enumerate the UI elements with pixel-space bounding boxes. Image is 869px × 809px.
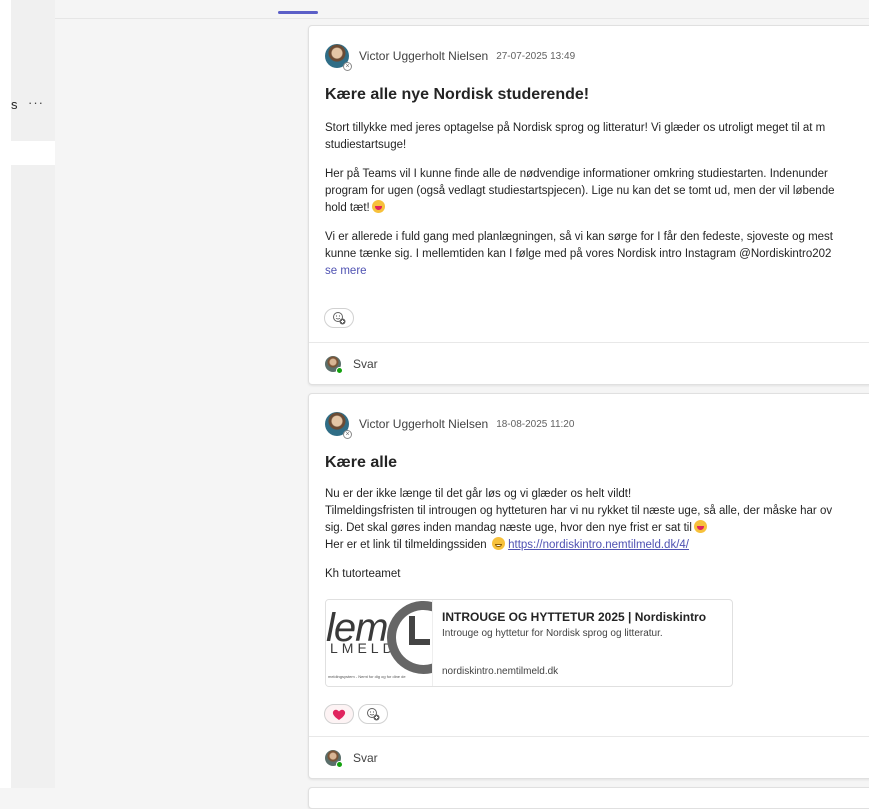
signup-link[interactable]: https://nordiskintro.nemtilmeld.dk/4/ — [508, 539, 689, 551]
presence-unknown-icon: × — [343, 430, 352, 439]
post-header: × Victor Uggerholt Nielsen 18-08-2025 11… — [325, 410, 575, 439]
paragraph: Her på Teams vil I kunne finde alle de n… — [325, 166, 869, 217]
text-line: studiestartsuge! — [325, 139, 407, 151]
link-preview-domain: nordiskintro.nemtilmeld.dk — [442, 666, 559, 677]
text-line: Her på Teams vil I kunne finde alle de n… — [325, 168, 828, 180]
signoff-text: Kh tutorteamet — [325, 568, 401, 580]
see-more-link[interactable]: se mere — [325, 265, 367, 277]
reply-bar[interactable]: Svar — [309, 342, 869, 384]
paragraph: Kh tutorteamet — [325, 566, 869, 583]
post-title: Kære alle — [325, 454, 398, 471]
logo-tagline: meldingsystem - Nemt for dig og for dine… — [328, 674, 406, 679]
post-header: × Victor Uggerholt Nielsen 27-07-2025 13… — [325, 42, 576, 71]
online-status-icon — [336, 366, 343, 374]
post-timestamp: 18-08-2025 11:20 — [496, 418, 575, 430]
paragraph: Vi er allerede i fuld gang med planlægni… — [325, 229, 869, 280]
post-body: Nu er der ikke længe til det går løs og … — [325, 486, 869, 595]
link-preview-thumbnail: lem LMELD meldingsystem - Nemt for dig o… — [326, 600, 433, 686]
text-line: hold tæt! — [325, 202, 370, 214]
post-timestamp: 27-07-2025 13:49 — [496, 50, 576, 62]
grinning-emoji-icon — [491, 537, 505, 550]
paragraph: Stort tillykke med jeres optagelse på No… — [325, 120, 869, 154]
online-status-icon — [336, 760, 343, 768]
add-reaction-icon — [367, 708, 380, 721]
channel-tab-bar — [55, 0, 869, 19]
author-name[interactable]: Victor Uggerholt Nielsen — [359, 417, 488, 431]
post-card-partial — [308, 787, 869, 809]
active-tab-indicator — [278, 11, 318, 14]
more-options-button[interactable]: ··· — [28, 95, 44, 110]
link-preview-description: Introuge og hyttetur for Nordisk sprog o… — [442, 628, 663, 639]
link-preview-title: INTROUGE OG HYTTETUR 2025 | Nordiskintro — [442, 610, 707, 624]
post-body: Stort tillykke med jeres optagelse på No… — [325, 120, 869, 280]
posts-feed: × Victor Uggerholt Nielsen 27-07-2025 13… — [55, 19, 869, 809]
laughing-emoji-icon — [693, 520, 707, 533]
add-reaction-icon — [333, 312, 346, 325]
avatar — [325, 355, 343, 374]
post-card: × Victor Uggerholt Nielsen 18-08-2025 11… — [308, 393, 869, 779]
heart-icon — [332, 709, 346, 720]
author-name[interactable]: Victor Uggerholt Nielsen — [359, 49, 488, 63]
selected-channel-highlight[interactable] — [11, 141, 55, 165]
avatar[interactable]: × — [325, 412, 352, 439]
add-reaction-button[interactable] — [324, 308, 354, 328]
text-line: Stort tillykke med jeres optagelse på No… — [325, 122, 826, 134]
add-reaction-button[interactable] — [358, 704, 388, 724]
text-line: sig. Det skal gøres inden mandag næste u… — [325, 522, 692, 534]
text-line: program for ugen (også vedlagt studiesta… — [325, 185, 835, 197]
clock-logo-icon — [387, 600, 432, 674]
avatar[interactable]: × — [325, 44, 352, 71]
text-line: Vi er allerede i fuld gang med planlægni… — [325, 231, 833, 243]
channel-name-truncated[interactable]: s — [11, 97, 18, 112]
reply-button[interactable]: Svar — [353, 751, 378, 765]
heart-reaction-button[interactable] — [324, 704, 354, 724]
presence-unknown-icon: × — [343, 62, 352, 71]
laughing-emoji-icon — [371, 200, 385, 213]
reply-bar[interactable]: Svar — [309, 736, 869, 778]
app-rail — [0, 0, 11, 788]
post-title: Kære alle nye Nordisk studerende! — [325, 86, 590, 103]
channel-list-panel: s ··· — [11, 0, 55, 788]
post-card: × Victor Uggerholt Nielsen 27-07-2025 13… — [308, 25, 869, 385]
reply-button[interactable]: Svar — [353, 357, 378, 371]
text-line: kunne tænke sig. I mellemtiden kan I føl… — [325, 248, 832, 260]
link-preview-card[interactable]: lem LMELD meldingsystem - Nemt for dig o… — [325, 599, 733, 687]
text-line: Nu er der ikke længe til det går løs og … — [325, 488, 632, 500]
avatar — [325, 749, 343, 768]
text-line: Her er et link til tilmeldingssiden — [325, 539, 487, 551]
text-line: Tilmeldingsfristen til introugen og hytt… — [325, 505, 833, 517]
paragraph: Nu er der ikke længe til det går løs og … — [325, 486, 869, 554]
